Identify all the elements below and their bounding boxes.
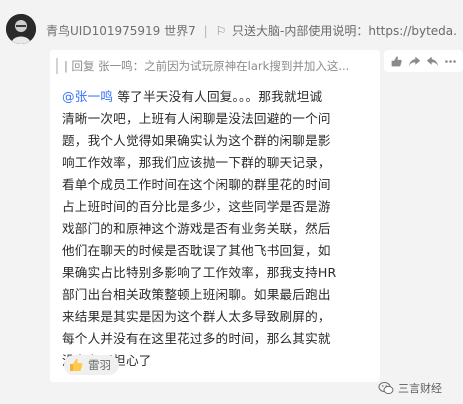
share-icon[interactable]: [408, 54, 422, 68]
message-line: 题，我个人觉得如果确实认为这个群的闲聊是影: [62, 133, 331, 148]
message-bubble: | 回复 张一鸣：之前因为试玩原神在lark搜到并加入这... @张一鸣 等了半…: [50, 50, 380, 382]
message-line: 清晰一次吧，上班有人闲聊是没法回避的一个问: [62, 111, 331, 126]
reply-icon[interactable]: [425, 54, 439, 68]
message-line: 响工作效率，那我们应该抛一下群的聊天记录，: [62, 155, 331, 170]
sender-name[interactable]: 青鸟UID101975919 世界7: [46, 24, 196, 38]
message-line: 每个人并没有在这里花过多的时间，那么其实就: [62, 331, 331, 346]
message-line: 看单个成员工作时间在这个闲聊的群里花的时间: [62, 177, 331, 192]
reply-quote[interactable]: | 回复 张一鸣：之前因为试玩原神在lark搜到并加入这...: [56, 58, 374, 74]
message-actions: [384, 50, 463, 72]
reaction-user: 雷羽: [88, 358, 111, 372]
message-text: @张一鸣 等了半天没有人回复。。。那我就坦诚 清晰一次吧，上班有人闲聊是没法回避…: [62, 86, 370, 372]
message-line: 戏部门的和原神这个游戏是否有业务关联，然后: [62, 221, 331, 236]
mention-link[interactable]: @张一鸣: [62, 89, 113, 104]
message-line: @张一鸣 等了半天没有人回复。。。那我就坦诚: [62, 86, 370, 108]
reaction-chip[interactable]: 雷羽: [64, 355, 119, 375]
message-line: 他们在聊天的时候是否耽误了其他飞书回复，如: [62, 243, 331, 258]
more-icon[interactable]: [443, 54, 457, 68]
sender-avatar[interactable]: [6, 14, 36, 44]
message-line: 来结果是其实是因为这个群人太多导致刷屏的，: [62, 309, 331, 324]
watermark: 三言财经: [378, 378, 442, 398]
message-line: 果确实占比特别多影响了工作效率，那我支持HR: [62, 265, 337, 280]
pinned-text[interactable]: 只送大脑-内部使用说明：https://byteda...: [232, 24, 456, 38]
watermark-text: 三言财经: [398, 382, 442, 395]
wechat-logo-icon: [378, 380, 394, 396]
message-line-text: 等了半天没有人回复。。。那我就坦诚: [113, 89, 323, 104]
header-line: 青鸟UID101975919 世界7 | ⚐ 只送大脑-内部使用说明：https…: [46, 22, 456, 39]
header-separator: |: [203, 24, 208, 38]
chat-screenshot: 青鸟UID101975919 世界7 | ⚐ 只送大脑-内部使用说明：https…: [0, 0, 463, 404]
flag-icon: ⚐: [215, 24, 227, 38]
message-line: 部门出台相关政策整顿上班闲聊。如果最后跑出: [62, 287, 331, 302]
thumbs-up-icon[interactable]: [390, 54, 404, 68]
message-line: 占上班时间的百分比是多少，这些同学是否是游: [62, 199, 331, 214]
message-header: 青鸟UID101975919 世界7 | ⚐ 只送大脑-内部使用说明：https…: [0, 0, 463, 48]
thumbs-up-icon: [68, 357, 84, 373]
